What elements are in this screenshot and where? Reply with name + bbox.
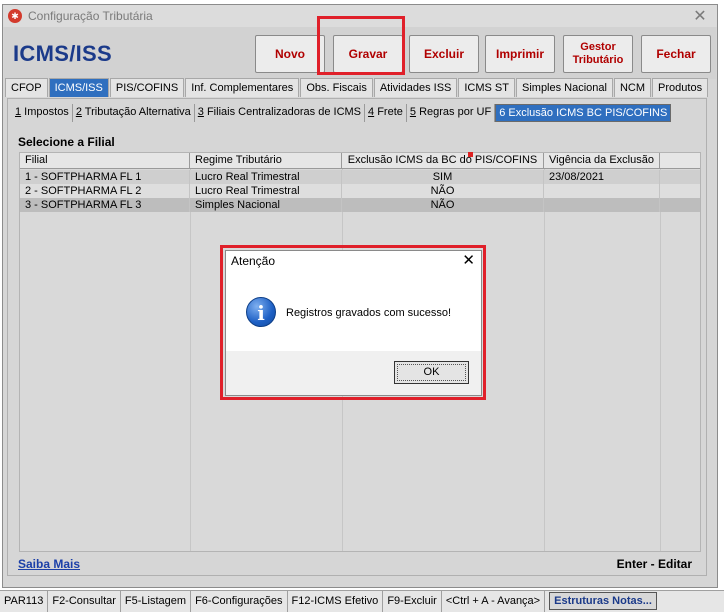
grid-divider xyxy=(660,169,661,551)
novo-button[interactable]: Novo xyxy=(255,35,325,73)
section-label: Selecione a Filial xyxy=(18,135,115,149)
subtab-label: Tributação Alternativa xyxy=(81,106,191,118)
module-title: ICMS/ISS xyxy=(13,41,112,66)
tab-simples-nacional[interactable]: Simples Nacional xyxy=(516,78,613,97)
saiba-mais-link[interactable]: Saiba Mais xyxy=(18,557,80,571)
cell-exclusao: SIM xyxy=(342,170,544,184)
subtab-frete[interactable]: 4 Frete xyxy=(365,104,407,122)
status-f6: F6-Configurações xyxy=(191,591,288,612)
status-ctrl-a: <Ctrl + A - Avança> xyxy=(442,591,546,612)
cell-filial: 3 - SOFTPHARMA FL 3 xyxy=(20,198,190,212)
tab-cfop[interactable]: CFOP xyxy=(5,78,48,97)
cell-regime: Lucro Real Trimestral xyxy=(190,170,342,184)
red-marker xyxy=(468,152,473,157)
imprimir-button[interactable]: Imprimir xyxy=(485,35,555,73)
tab-ncm[interactable]: NCM xyxy=(613,78,652,97)
cell-filial: 1 - SOFTPHARMA FL 1 xyxy=(20,170,190,184)
table-row[interactable]: 2 - SOFTPHARMA FL 2 Lucro Real Trimestra… xyxy=(20,184,700,198)
subtab-tributacao-alternativa[interactable]: 2 Tributação Alternativa xyxy=(73,104,195,122)
info-icon: i xyxy=(246,297,276,327)
dialog-footer: OK xyxy=(226,351,481,395)
subtab-exclusao-icms[interactable]: 6 Exclusão ICMS BC PIS/COFINS xyxy=(495,104,672,122)
table-row[interactable]: 1 - SOFTPHARMA FL 1 Lucro Real Trimestra… xyxy=(20,170,700,184)
cell-regime: Lucro Real Trimestral xyxy=(190,184,342,198)
subtab-label: 6 Exclusão ICMS BC PIS/COFINS xyxy=(499,107,668,119)
tab-produtos[interactable]: Produtos xyxy=(652,78,709,97)
column-header-regime[interactable]: Regime Tributário xyxy=(190,153,342,168)
cell-vigencia xyxy=(544,198,660,212)
tab-icms-st[interactable]: ICMS ST xyxy=(458,78,515,97)
dialog-message: Registros gravados com sucesso! xyxy=(286,307,452,319)
fechar-button[interactable]: Fechar xyxy=(641,35,711,73)
column-header-exclusao[interactable]: Exclusão ICMS da BC do PIS/COFINS xyxy=(342,153,544,168)
subtab-regras-por-uf[interactable]: 5 Regras por UF xyxy=(407,104,496,122)
grid-divider xyxy=(190,169,191,551)
status-bar: PAR113 F2-Consultar F5-Listagem F6-Confi… xyxy=(0,590,724,612)
cell-exclusao: NÃO xyxy=(342,198,544,212)
column-header-filial[interactable]: Filial xyxy=(20,153,190,168)
enter-editar-hint: Enter - Editar xyxy=(616,557,692,571)
grid-divider xyxy=(544,169,545,551)
tab-inf-complementares[interactable]: Inf. Complementares xyxy=(185,78,300,97)
subtab-label: Regras por UF xyxy=(416,106,492,118)
sub-tabs: 1 Impostos 2 Tributação Alternativa 3 Fi… xyxy=(12,104,672,123)
subtab-label: Frete xyxy=(374,106,403,118)
status-f2: F2-Consultar xyxy=(48,591,121,612)
status-code: PAR113 xyxy=(0,591,49,612)
main-tabs: CFOP ICMS/ISS PIS/COFINS Inf. Complement… xyxy=(5,78,709,98)
tab-atividades-iss[interactable]: Atividades ISS xyxy=(373,78,458,97)
status-f12: F12-ICMS Efetivo xyxy=(288,591,384,612)
dialog-close-icon[interactable]: ✕ xyxy=(462,251,475,269)
status-f5: F5-Listagem xyxy=(121,591,192,612)
status-f9: F9-Excluir xyxy=(383,591,442,612)
close-icon[interactable]: ✕ xyxy=(691,6,709,26)
cell-regime: Simples Nacional xyxy=(190,198,342,212)
window-title: Configuração Tributária xyxy=(28,9,153,23)
dialog-title: Atenção xyxy=(231,254,276,268)
subtab-label: Filiais Centralizadoras de ICMS xyxy=(203,106,362,118)
column-header-vigencia[interactable]: Vigência da Exclusão xyxy=(544,153,660,168)
subtab-filiais-centralizadoras[interactable]: 3 Filiais Centralizadoras de ICMS xyxy=(195,104,366,122)
app-logo-icon: ✱ xyxy=(8,9,22,23)
cell-filial: 2 - SOFTPHARMA FL 2 xyxy=(20,184,190,198)
cell-vigencia xyxy=(544,184,660,198)
tab-pis-cofins[interactable]: PIS/COFINS xyxy=(109,78,185,97)
table-row[interactable]: 3 - SOFTPHARMA FL 3 Simples Nacional NÃO xyxy=(20,198,700,212)
cell-vigencia: 23/08/2021 xyxy=(544,170,660,184)
subtab-impostos[interactable]: 1 Impostos xyxy=(12,104,73,122)
tab-obs-fiscais[interactable]: Obs. Fiscais xyxy=(300,78,373,97)
ok-button[interactable]: OK xyxy=(394,361,469,384)
gestor-tributario-button[interactable]: Gestor Tributário xyxy=(563,35,633,73)
attention-dialog: Atenção ✕ i Registros gravados com suces… xyxy=(225,250,482,396)
tab-icms-iss[interactable]: ICMS/ISS xyxy=(48,78,109,97)
grid-header: Filial Regime Tributário Exclusão ICMS d… xyxy=(20,153,700,169)
estruturas-notas-button[interactable]: Estruturas Notas... xyxy=(549,592,657,610)
gravar-highlight xyxy=(317,16,405,75)
excluir-button[interactable]: Excluir xyxy=(409,35,479,73)
cell-exclusao: NÃO xyxy=(342,184,544,198)
subtab-label: Impostos xyxy=(21,106,69,118)
